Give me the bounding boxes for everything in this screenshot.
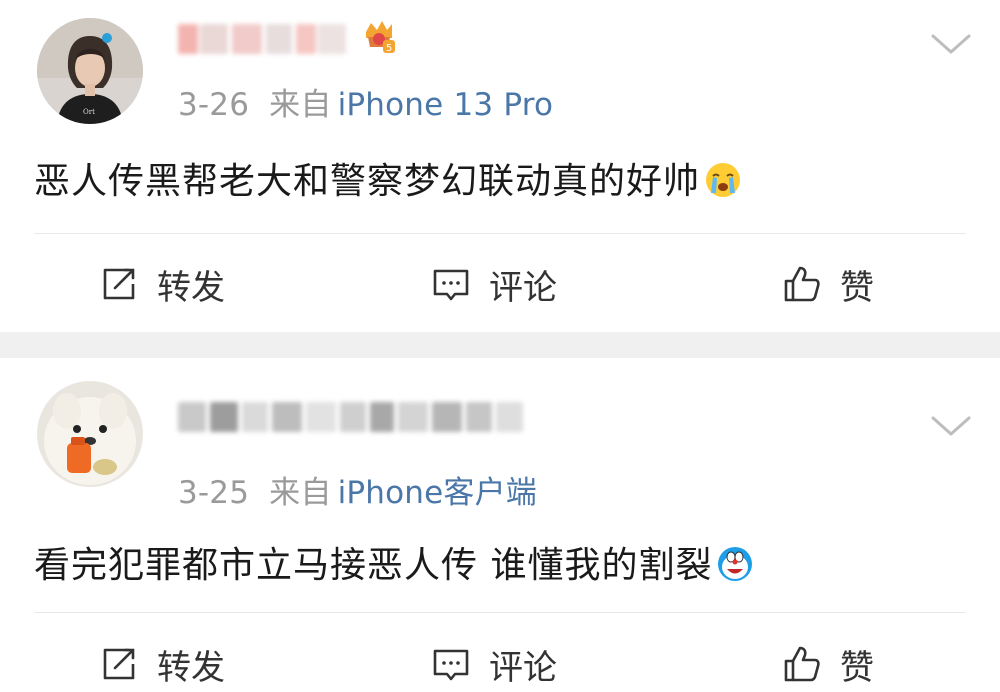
repost-label: 转发	[157, 267, 225, 308]
device-link[interactable]: iPhone客户端	[338, 475, 537, 511]
badge-level: 5	[386, 43, 392, 54]
post-text: 看完犯罪都市立马接恶人传 谁懂我的割裂	[34, 545, 713, 586]
like-label: 赞	[840, 267, 874, 308]
like-label: 赞	[840, 647, 874, 688]
like-button[interactable]: 赞	[782, 642, 874, 688]
device-link[interactable]: iPhone 13 Pro	[338, 87, 554, 123]
comment-icon	[433, 269, 469, 301]
post-date: 3-25	[178, 475, 250, 511]
like-icon	[784, 266, 820, 302]
username-blurred[interactable]	[178, 24, 348, 54]
repost-icon	[103, 648, 135, 680]
comment-button[interactable]: 评论	[431, 642, 557, 688]
comment-icon	[433, 649, 469, 681]
divider	[34, 233, 966, 234]
username-blurred[interactable]	[178, 402, 523, 432]
avatar[interactable]: Ort	[37, 18, 143, 124]
like-button[interactable]: 赞	[782, 262, 874, 308]
comment-label: 评论	[489, 267, 557, 308]
repost-button[interactable]: 转发	[99, 262, 225, 308]
comment-card-2: 3-25 来自 iPhone客户端 看完犯罪都市立马接恶人传 谁懂我的割裂 转发 评…	[0, 358, 1000, 692]
divider	[34, 612, 966, 613]
chevron-down-icon[interactable]	[930, 32, 972, 56]
post-content: 恶人传黑帮老大和警察梦幻联动真的好帅	[34, 152, 742, 204]
comment-card-1: Ort 5 3-26 来自 iPhone 13 Pro 恶人传黑帮老大和警察梦幻联动…	[0, 0, 1000, 332]
chevron-down-icon[interactable]	[930, 414, 972, 438]
crown-badge-icon: 5	[362, 18, 396, 54]
repost-icon	[103, 268, 135, 300]
comment-label: 评论	[489, 647, 557, 688]
post-content: 看完犯罪都市立马接恶人传 谁懂我的割裂	[34, 536, 754, 588]
svg-text:Ort: Ort	[83, 108, 95, 116]
post-text: 恶人传黑帮老大和警察梦幻联动真的好帅	[34, 161, 701, 202]
feed-separator	[0, 332, 1000, 358]
comment-button[interactable]: 评论	[431, 262, 557, 308]
avatar[interactable]	[37, 381, 143, 487]
repost-label: 转发	[157, 647, 225, 688]
post-meta: 3-25 来自 iPhone客户端	[178, 467, 537, 512]
repost-button[interactable]: 转发	[99, 642, 225, 688]
source-prefix: 来自	[269, 87, 332, 123]
doraemon-emoji	[716, 545, 754, 583]
like-icon	[784, 646, 820, 682]
crying-emoji	[704, 161, 742, 199]
post-date: 3-26	[178, 87, 250, 123]
post-meta: 3-26 来自 iPhone 13 Pro	[178, 79, 553, 124]
source-prefix: 来自	[269, 475, 332, 511]
